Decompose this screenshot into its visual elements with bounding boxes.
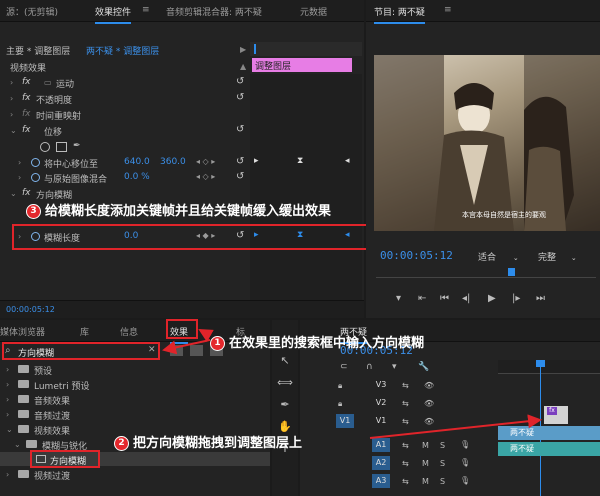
- arrow-to-search-input: [162, 339, 211, 355]
- annotation-arrows: [162, 329, 542, 439]
- arrow-to-effects-tab: [198, 329, 214, 343]
- arrow-to-adjustment-layer: [369, 414, 542, 439]
